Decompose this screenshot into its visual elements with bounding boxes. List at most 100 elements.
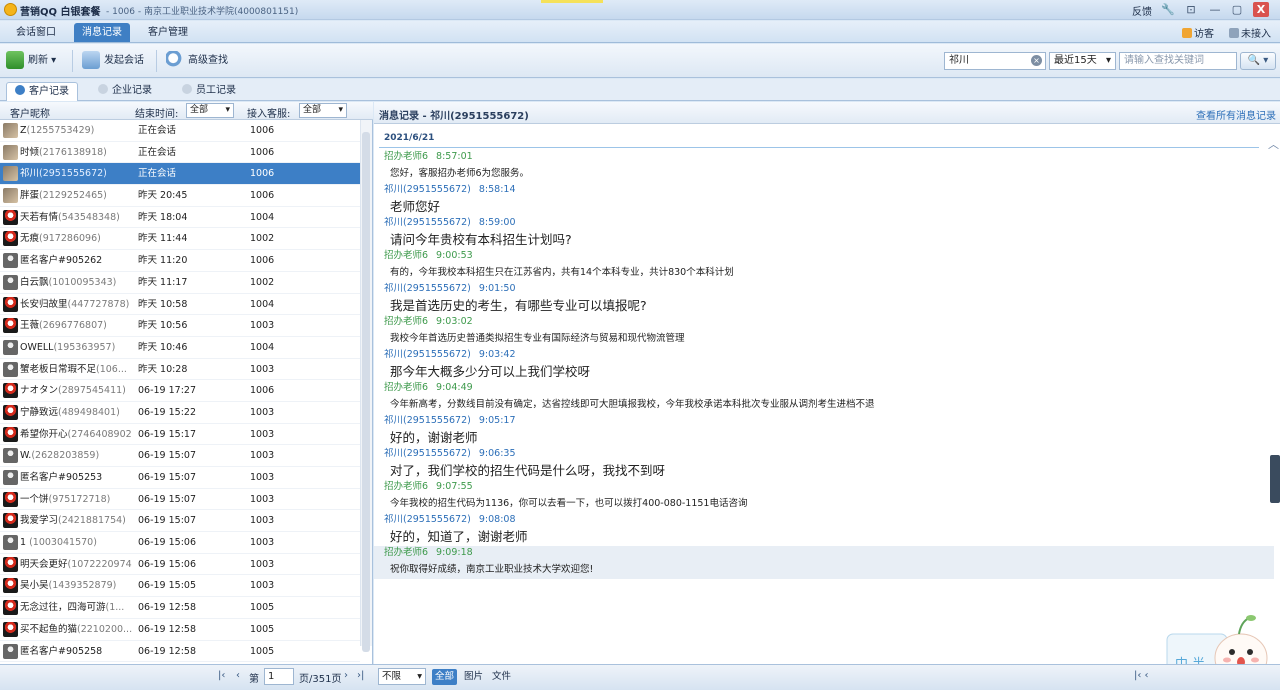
list-scroll-thumb[interactable] bbox=[362, 132, 370, 652]
customer-row[interactable]: 买不起鱼的猫(2210200... 06-19 12:58 1005 bbox=[0, 619, 360, 641]
customer-row[interactable]: Z(1255753429) 正在会话 1006 bbox=[0, 120, 360, 142]
close-button[interactable]: X bbox=[1253, 2, 1269, 17]
customer-avatar bbox=[3, 578, 18, 594]
message-text: 对了，我们学校的招生代码是什么呀，我找不到呀 bbox=[390, 463, 666, 478]
side-panel-handle[interactable] bbox=[1270, 455, 1280, 503]
message-page-nav[interactable]: |‹ ‹ bbox=[1134, 670, 1149, 681]
message-item: 祁川(2951555672) 8:58:14 老师您好 bbox=[384, 183, 1264, 216]
customer-row[interactable]: 蟹老板日常瑕不足(106... 昨天 10:28 1003 bbox=[0, 359, 360, 381]
customer-row[interactable]: 匿名客户#905253 06-19 15:07 1003 bbox=[0, 467, 360, 489]
customer-row[interactable]: 长安归故里(447727878) 昨天 10:58 1004 bbox=[0, 294, 360, 316]
message-sender: 招办老师6 bbox=[384, 481, 429, 492]
customer-avatar bbox=[3, 426, 18, 442]
minimize-button[interactable]: — bbox=[1207, 2, 1223, 17]
end-time: 昨天 10:56 bbox=[138, 320, 188, 332]
customer-row[interactable]: 无痕(917286096) 昨天 11:44 1002 bbox=[0, 228, 360, 251]
agent-id: 1003 bbox=[250, 580, 275, 592]
customer-row[interactable]: 宁静致远(489498401) 06-19 15:22 1003 bbox=[0, 402, 360, 424]
tab-chat-window[interactable]: 会话窗口 bbox=[8, 23, 64, 42]
customer-row[interactable]: 天若有情(543548348) 昨天 18:04 1004 bbox=[0, 207, 360, 229]
view-all-messages-link[interactable]: 查看所有消息记录 bbox=[1196, 107, 1276, 122]
customer-row[interactable]: 希望你开心(2746408902) 06-19 15:17 1003 bbox=[0, 424, 360, 446]
filter-files-tab[interactable]: 文件 bbox=[489, 669, 514, 685]
tab-message-records[interactable]: 消息记录 bbox=[74, 23, 130, 42]
end-time: 昨天 11:44 bbox=[138, 233, 188, 245]
filter-images-tab[interactable]: 图片 bbox=[461, 669, 486, 685]
visitor-icon bbox=[1182, 28, 1192, 38]
tab-customer-records[interactable]: 客户记录 bbox=[6, 82, 78, 101]
keyword-search-input[interactable]: 请输入查找关键词 bbox=[1119, 52, 1237, 70]
staff-icon bbox=[182, 84, 192, 94]
message-time: 9:03:42 bbox=[478, 349, 516, 360]
message-item: 招办老师6 9:00:53 有的，今年我校本科招生只在江苏省内，共有14个本科专业，… bbox=[384, 249, 1264, 282]
customer-row[interactable]: 祁川(2951555672) 正在会话 1006 bbox=[0, 163, 360, 186]
message-time: 9:03:02 bbox=[436, 316, 473, 327]
last-page-button[interactable]: ›| bbox=[357, 670, 364, 681]
customer-row[interactable]: 时倾(2176138918) 正在会话 1006 bbox=[0, 142, 360, 164]
restore-button[interactable]: ▢ bbox=[1229, 2, 1245, 17]
scroll-up-icon[interactable]: ︿ bbox=[1268, 136, 1279, 152]
customer-row[interactable]: 匿名客户#905262 昨天 11:20 1006 bbox=[0, 250, 360, 272]
customer-row[interactable]: 胖蛋(2129252465) 昨天 20:45 1006 bbox=[0, 185, 360, 207]
advanced-search-button[interactable]: 高级查找 bbox=[166, 51, 228, 71]
chevron-down-icon: ▾ bbox=[1105, 55, 1111, 66]
customer-row[interactable]: ナオタン(2897545411) 06-19 17:27 1006 bbox=[0, 380, 360, 402]
skin-icon[interactable]: ⊡ bbox=[1183, 2, 1199, 17]
start-chat-button[interactable]: 发起会话 bbox=[82, 51, 144, 71]
prev-page-button[interactable]: ‹ bbox=[236, 670, 240, 681]
filter-all-tab[interactable]: 全部 bbox=[432, 669, 458, 685]
customer-name: 无痕(917286096) bbox=[20, 233, 101, 245]
agent-id: 1003 bbox=[250, 515, 275, 527]
customer-name: OWELL(195363957) bbox=[20, 341, 116, 353]
message-panel-title: 消息记录 - 祁川(2951555672) bbox=[379, 111, 529, 122]
first-page-button[interactable]: |‹ bbox=[218, 670, 225, 681]
customer-avatar bbox=[3, 621, 18, 637]
customer-row[interactable]: 一个饼(975172718) 06-19 15:07 1003 bbox=[0, 489, 360, 511]
page-number-input[interactable]: 1 bbox=[264, 668, 294, 685]
agent-id: 1003 bbox=[250, 450, 275, 462]
customer-row[interactable]: 1 (1003041570) 06-19 15:06 1003 bbox=[0, 532, 360, 554]
status-unavailable[interactable]: 未接入 bbox=[1229, 25, 1271, 40]
next-page-button[interactable]: › bbox=[344, 670, 348, 681]
clear-search-icon[interactable]: × bbox=[1031, 55, 1042, 66]
page-total: 页/351页 bbox=[299, 674, 342, 685]
customer-row[interactable]: 明天会更好(1072220974) 06-19 15:06 1003 bbox=[0, 554, 360, 576]
visitor-link[interactable]: 访客 bbox=[1182, 25, 1214, 40]
end-time-filter[interactable]: 全部 ▾ bbox=[186, 103, 234, 118]
record-type-tabs: 客户记录 企业记录 员工记录 bbox=[0, 79, 1280, 101]
date-range-select[interactable]: 最近15天 ▾ bbox=[1049, 52, 1116, 70]
customer-name: 白云飘(1010095343) bbox=[20, 276, 117, 288]
message-type-select[interactable]: 不限 ▾ bbox=[378, 668, 426, 685]
customer-avatar bbox=[3, 600, 18, 616]
customer-row[interactable]: W.(2628203859) 06-19 15:07 1003 bbox=[0, 445, 360, 467]
customer-row[interactable]: 我爱学习(2421881754) 06-19 15:07 1003 bbox=[0, 510, 360, 533]
message-sender: 祁川(2951555672) bbox=[384, 217, 471, 228]
customer-row[interactable]: 无念过往，四海可游(1... 06-19 12:58 1005 bbox=[0, 597, 360, 619]
search-button[interactable]: 🔍 ▾ bbox=[1240, 52, 1276, 70]
message-scrollbar[interactable]: ︿ bbox=[1268, 132, 1280, 662]
tab-staff-records[interactable]: 员工记录 bbox=[174, 82, 244, 101]
message-meta: 祁川(2951555672) 8:59:00 bbox=[384, 216, 1264, 230]
customer-avatar bbox=[3, 448, 18, 464]
customer-row[interactable]: 匿名客户#905258 06-19 12:58 1005 bbox=[0, 641, 360, 663]
settings-wrench-icon[interactable]: 🔧 bbox=[1160, 2, 1176, 17]
customer-avatar bbox=[3, 491, 18, 507]
customer-row[interactable]: OWELL(195363957) 昨天 10:46 1004 bbox=[0, 337, 360, 359]
customer-row[interactable]: 白云飘(1010095343) 昨天 11:17 1002 bbox=[0, 272, 360, 294]
customer-row[interactable]: 吴小吴(1439352879) 06-19 15:05 1003 bbox=[0, 575, 360, 598]
agent-filter[interactable]: 全部 ▾ bbox=[299, 103, 347, 118]
message-item: 祁川(2951555672) 9:01:50 我是首选历史的考生，有哪些专业可以填报… bbox=[384, 282, 1264, 315]
header-end-time: 结束时间: bbox=[135, 109, 179, 120]
end-time: 06-19 15:07 bbox=[138, 450, 197, 462]
customer-row[interactable]: 王薇(2696776807) 昨天 10:56 1003 bbox=[0, 315, 360, 337]
tab-customer-management[interactable]: 客户管理 bbox=[140, 23, 196, 42]
customer-rows: Z(1255753429) 正在会话 1006 时倾(2176138918) 正在会话 1… bbox=[0, 120, 360, 663]
customer-avatar bbox=[3, 274, 18, 290]
message-item: 招办老师6 9:04:49 今年新高考，分数线目前没有确定，达省控线即可大胆填报我校… bbox=[384, 381, 1264, 414]
refresh-button[interactable]: 刷新 ▾ bbox=[6, 51, 56, 71]
feedback-link[interactable]: 反馈 bbox=[1132, 3, 1152, 18]
message-time: 9:00:53 bbox=[436, 250, 473, 261]
customer-avatar bbox=[3, 556, 18, 572]
customer-avatar bbox=[3, 383, 18, 399]
tab-enterprise-records[interactable]: 企业记录 bbox=[90, 82, 160, 101]
